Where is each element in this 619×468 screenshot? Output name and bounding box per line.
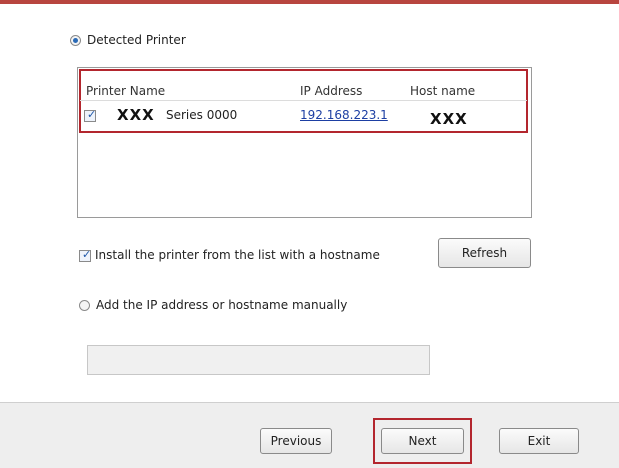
manual-address-input[interactable]	[87, 345, 430, 375]
detected-printer-label: Detected Printer	[87, 33, 186, 47]
hostname-checkbox[interactable]: ✓	[79, 248, 92, 262]
header-divider	[80, 100, 527, 101]
radio-unselected-icon	[79, 299, 90, 311]
exit-button[interactable]: Exit	[499, 428, 579, 454]
printer-host-name: XXX	[430, 110, 468, 128]
detected-printer-radio[interactable]: Detected Printer	[70, 33, 186, 47]
previous-button[interactable]: Previous	[260, 428, 332, 454]
hostname-checkbox-label: Install the printer from the list with a…	[95, 248, 380, 262]
next-button-highlight	[373, 418, 472, 464]
checkmark-icon: ✓	[87, 108, 97, 121]
printer-name-mask: XXX	[117, 106, 155, 124]
column-header-printer-name[interactable]: Printer Name	[86, 84, 165, 98]
column-header-host-name[interactable]: Host name	[410, 84, 475, 98]
printer-series: Series 0000	[166, 108, 238, 122]
refresh-button[interactable]: Refresh	[438, 238, 531, 268]
printer-row-checkbox[interactable]: ✓	[84, 108, 97, 122]
checkmark-icon: ✓	[82, 248, 92, 261]
window-top-bar	[0, 0, 619, 4]
printer-ip-link[interactable]: 192.168.223.1	[300, 108, 388, 122]
radio-selected-icon	[70, 34, 81, 46]
manual-address-label: Add the IP address or hostname manually	[96, 298, 348, 312]
column-header-ip-address[interactable]: IP Address	[300, 84, 362, 98]
manual-address-radio[interactable]: Add the IP address or hostname manually	[79, 298, 347, 312]
